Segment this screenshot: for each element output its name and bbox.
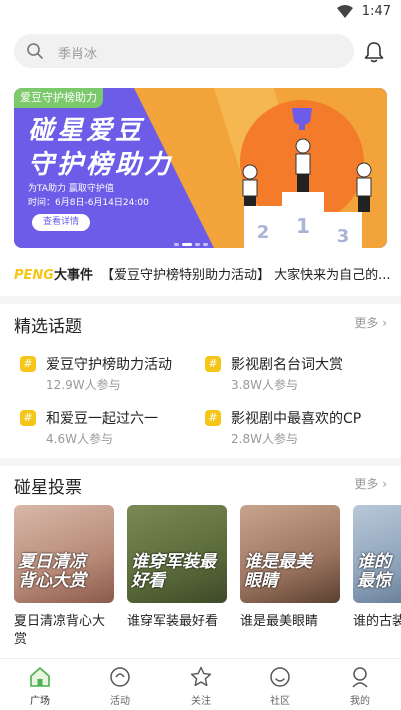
topic-name: 影视剧名台词大赏 <box>231 357 343 373</box>
topic-participants: 3.8W人参与 <box>231 378 298 392</box>
banner-subtitle-1: 为TA助力 赢取守护值 <box>28 184 114 194</box>
status-bar: 1:47 <box>0 0 401 26</box>
podium-number-2: 2 <box>256 222 270 243</box>
topic-item[interactable]: # 影视剧中最喜欢的CP 2.8W人参与 <box>205 408 385 450</box>
hashtag-icon: # <box>205 410 221 426</box>
votes-more-label: 更多 <box>354 477 379 491</box>
search-row: 季肖冰 <box>0 34 401 72</box>
vote-caption: 谁是最美眼睛 <box>240 614 319 629</box>
vote-card[interactable]: 谁的最惊 谁的古装 <box>353 505 401 631</box>
news-text: 【爱豆守护榜特别助力活动】 大家快来为自己的... <box>100 268 391 283</box>
votes-more-link[interactable]: 更多 › <box>354 475 387 492</box>
banner-details-button[interactable]: 查看详情 <box>32 214 90 231</box>
tab-label: 我的 <box>350 696 370 707</box>
search-placeholder: 季肖冰 <box>58 47 98 62</box>
search-input[interactable]: 季肖冰 <box>14 34 354 68</box>
community-icon <box>270 667 290 687</box>
pagination-dot <box>174 243 179 246</box>
section-divider <box>0 296 401 304</box>
wifi-icon <box>337 5 353 18</box>
vote-caption: 夏日清凉背心大赏 <box>14 614 106 647</box>
topics-more-label: 更多 <box>354 316 379 330</box>
vote-caption: 谁的古装 <box>353 614 401 629</box>
topic-name: 和爱豆一起过六一 <box>46 411 158 427</box>
tab-profile[interactable]: 我的 <box>330 665 390 707</box>
vote-card[interactable]: 谁是最美眼睛 谁是最美眼睛 <box>240 505 340 631</box>
vote-image-text: 谁的最惊 <box>357 552 391 591</box>
tab-label: 广场 <box>30 696 50 707</box>
search-icon <box>27 43 43 59</box>
topic-name: 爱豆守护榜助力活动 <box>46 357 172 373</box>
topic-participants: 12.9W人参与 <box>46 378 121 392</box>
news-ticker[interactable]: PENG大事件 【爱豆守护榜特别助力活动】 大家快来为自己的... <box>14 264 394 286</box>
news-brand-logo: PENG <box>14 268 54 283</box>
bell-icon[interactable] <box>362 40 386 64</box>
pagination-dot <box>203 243 208 246</box>
banner-tag: 爱豆守护榜助力 <box>14 88 103 108</box>
votes-title: 碰星投票 <box>14 478 82 498</box>
topics-title: 精选话题 <box>14 317 82 337</box>
topic-name: 影视剧中最喜欢的CP <box>231 411 362 427</box>
podium-number-3: 3 <box>336 226 350 247</box>
vote-image: 谁是最美眼睛 <box>240 505 340 603</box>
banner-subtitle-2: 时间：6月8日-6月14日24:00 <box>28 198 149 208</box>
promo-banner[interactable]: 爱豆守护榜助力 碰星爱豆 守护榜助力 为TA助力 赢取守护值 时间：6月8日-6… <box>14 88 387 248</box>
news-brand-label: 大事件 <box>53 268 93 283</box>
bottom-tab-bar: 广场 活动 关注 社区 我的 <box>0 658 401 710</box>
pagination-dot <box>195 243 200 246</box>
tab-activity[interactable]: 活动 <box>90 665 150 707</box>
hashtag-icon: # <box>205 356 221 372</box>
vote-image: 夏日清凉背心大赏 <box>14 505 114 603</box>
banner-headline-1: 碰星爱豆 <box>28 116 145 146</box>
vote-image: 谁的最惊 <box>353 505 401 603</box>
topics-more-link[interactable]: 更多 › <box>354 314 387 331</box>
hashtag-icon: # <box>20 410 36 426</box>
chevron-right-icon: › <box>382 316 387 330</box>
podium-number-1: 1 <box>296 214 310 238</box>
home-icon <box>30 667 50 687</box>
banner-headline-2: 守护榜助力 <box>28 150 174 180</box>
vote-caption: 谁穿军装最好看 <box>127 614 219 629</box>
tab-square[interactable]: 广场 <box>10 665 70 707</box>
topic-participants: 2.8W人参与 <box>231 432 298 446</box>
topic-participants: 4.6W人参与 <box>46 432 113 446</box>
tab-community[interactable]: 社区 <box>250 665 310 707</box>
profile-icon <box>352 667 368 688</box>
topic-item[interactable]: # 影视剧名台词大赏 3.8W人参与 <box>205 354 385 396</box>
vote-card[interactable]: 谁穿军装最好看 谁穿军装最好看 <box>127 505 227 631</box>
activity-icon <box>110 667 130 687</box>
pagination-dot-active <box>182 243 192 246</box>
vote-image-text: 夏日清凉背心大赏 <box>18 552 86 591</box>
vote-image-text: 谁穿军装最好看 <box>131 552 216 591</box>
tab-label: 社区 <box>270 696 290 707</box>
banner-pagination <box>174 231 211 248</box>
vote-image: 谁穿军装最好看 <box>127 505 227 603</box>
tab-label: 活动 <box>110 696 130 707</box>
section-divider <box>0 458 401 466</box>
vote-card[interactable]: 夏日清凉背心大赏 夏日清凉背心大赏 <box>14 505 114 649</box>
topic-item[interactable]: # 和爱豆一起过六一 4.6W人参与 <box>20 408 200 450</box>
status-time: 1:47 <box>361 4 391 19</box>
tab-label: 关注 <box>191 696 211 707</box>
chevron-right-icon: › <box>382 477 387 491</box>
topic-item[interactable]: # 爱豆守护榜助力活动 12.9W人参与 <box>20 354 200 396</box>
hashtag-icon: # <box>20 356 36 372</box>
tab-follow[interactable]: 关注 <box>171 665 231 707</box>
star-icon <box>190 666 212 687</box>
vote-image-text: 谁是最美眼睛 <box>244 552 312 591</box>
